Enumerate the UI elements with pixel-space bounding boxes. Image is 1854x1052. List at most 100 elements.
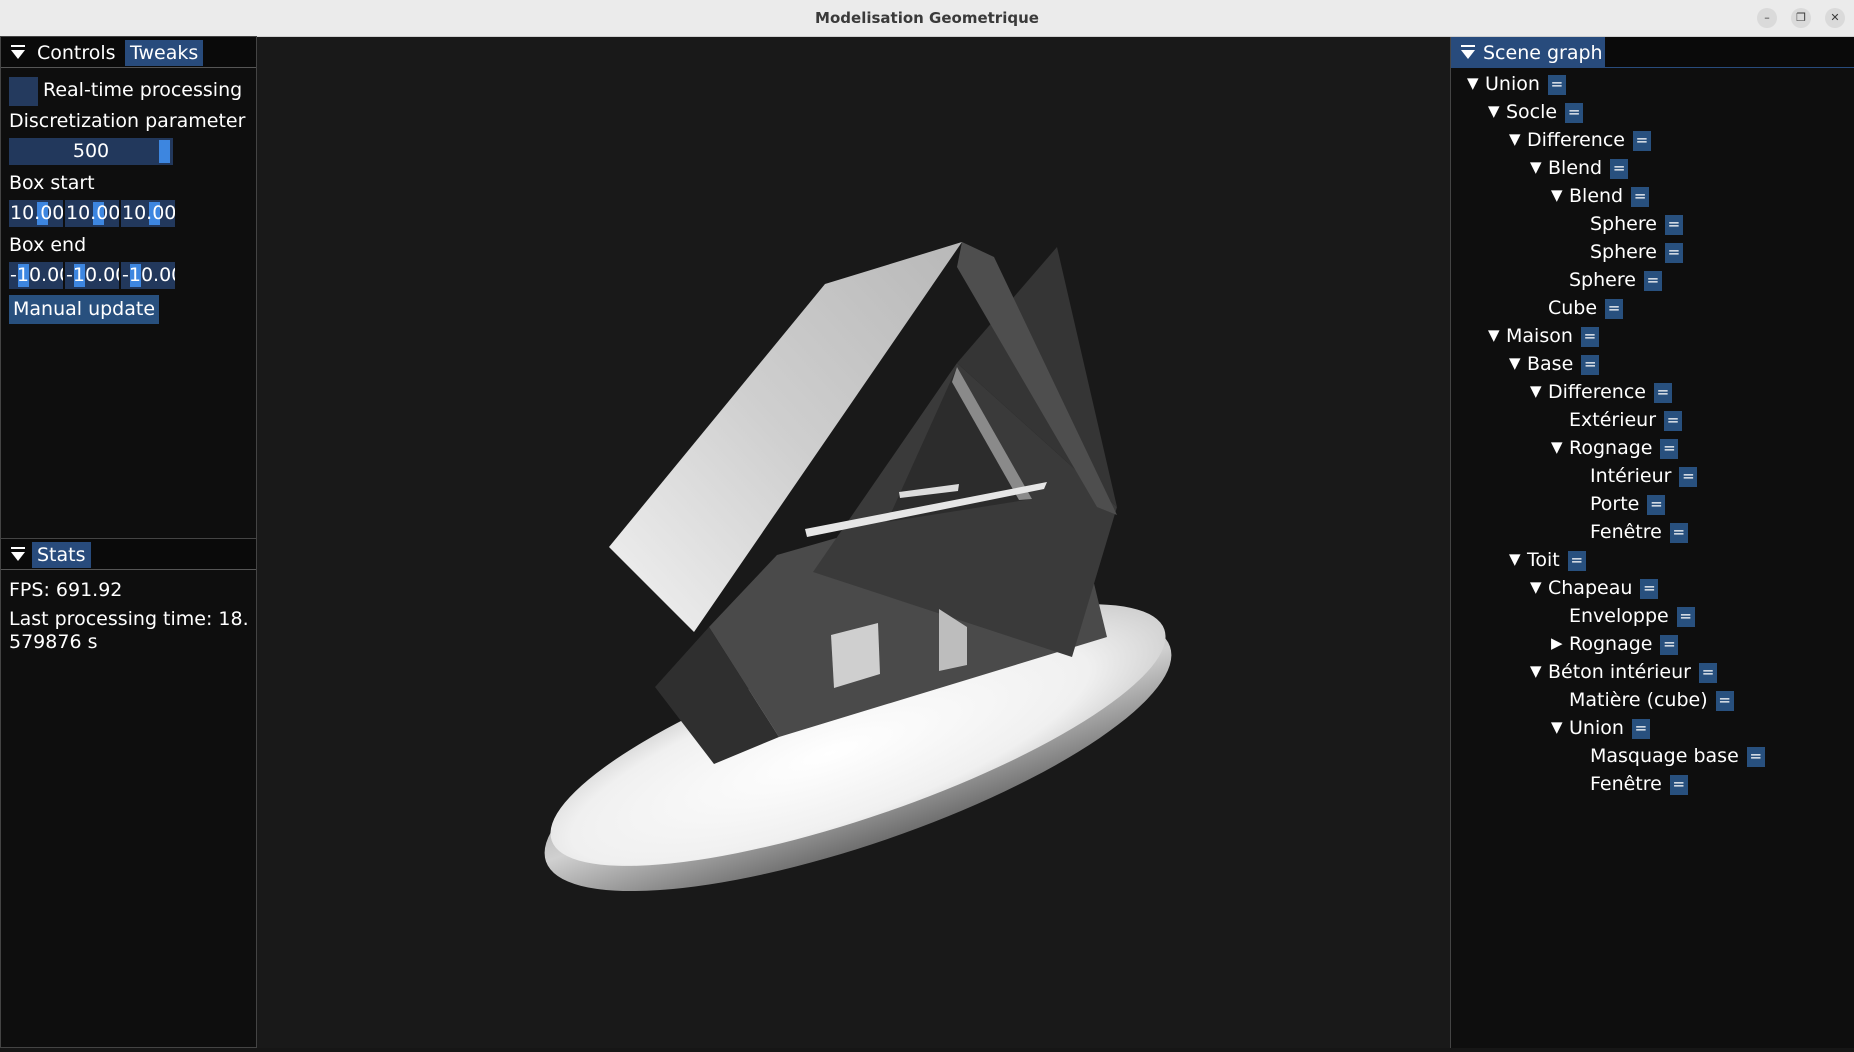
scene-graph-node[interactable]: Matière (cube) = [1551,689,1734,713]
close-icon[interactable]: ✕ [1825,8,1845,28]
node-options-button[interactable]: = [1653,383,1672,403]
tree-expanded-arrow-icon[interactable]: ▼ [1488,102,1506,120]
scene-graph-node[interactable]: ▼ Béton intérieur = [1530,661,1717,685]
scene-graph-node[interactable]: Fenêtre = [1572,773,1688,797]
collapse-menu-icon[interactable] [11,547,25,561]
scene-graph-node[interactable]: ▼ Blend = [1530,157,1629,181]
minimize-icon[interactable]: – [1757,8,1777,28]
node-options-button[interactable]: = [1698,663,1717,683]
tree-expanded-arrow-icon[interactable]: ▼ [1509,354,1527,372]
scene-graph-node[interactable]: ▼ Base = [1509,353,1600,377]
box-start-z-field[interactable]: 10.00 [121,200,175,227]
tree-collapsed-arrow-icon[interactable]: ▶ [1551,634,1569,652]
scene-graph-node[interactable]: Sphere = [1572,241,1683,265]
scene-graph-node[interactable]: ▼ Difference = [1509,129,1651,153]
collapse-menu-icon[interactable] [11,45,25,59]
tree-expanded-arrow-icon[interactable]: ▼ [1530,578,1548,596]
node-options-button[interactable]: = [1647,495,1666,515]
node-options-button[interactable]: = [1631,187,1650,207]
tree-expanded-arrow-icon[interactable]: ▼ [1509,550,1527,568]
scene-graph-node-label: Fenêtre [1590,773,1662,795]
scene-graph-node[interactable]: ▼ Difference = [1530,381,1672,405]
scene-graph-node[interactable]: ▼ Blend = [1551,185,1650,209]
last-processing-time: Last processing time: 18. [9,608,249,630]
box-end-z-field[interactable]: -10.00 [121,262,175,289]
tab-controls[interactable]: Controls [32,40,121,66]
realtime-checkbox[interactable] [9,77,38,106]
node-options-button[interactable]: = [1605,299,1624,319]
scene-graph-node-label: Intérieur [1590,465,1672,487]
controls-panel: Controls Tweaks Real-time processing Dis… [0,36,257,539]
scene-graph-node-label: Sphere [1569,269,1636,291]
scene-graph-node[interactable]: ▼ Socle = [1488,101,1584,125]
tree-expanded-arrow-icon[interactable]: ▼ [1488,326,1506,344]
tab-tweaks[interactable]: Tweaks [125,40,204,66]
stats-title: Stats [32,542,91,568]
manual-update-button[interactable]: Manual update [9,295,160,324]
node-options-button[interactable]: = [1643,271,1662,291]
discretization-slider[interactable]: 500 [9,138,173,165]
scene-graph-node[interactable]: ▼ Toit = [1509,549,1586,573]
node-options-button[interactable]: = [1580,327,1599,347]
scene-graph-node-label: Difference [1548,381,1646,403]
node-options-button[interactable]: = [1664,215,1683,235]
node-options-button[interactable]: = [1610,159,1629,179]
tree-expanded-arrow-icon[interactable]: ▼ [1551,438,1569,456]
box-start-x-field[interactable]: 10.00 [9,200,63,227]
scene-graph-node-label: Cube [1548,297,1598,319]
scene-graph-node[interactable]: ▼ Maison = [1488,325,1599,349]
scene-graph-node[interactable]: Extérieur = [1551,409,1683,433]
scene-graph-node[interactable]: Masquage base = [1572,745,1765,769]
scene-graph-node[interactable]: ▼ Union = [1467,73,1566,97]
scene-graph-node[interactable]: Enveloppe = [1551,605,1695,629]
scene-graph-node[interactable]: ▼ Union = [1551,717,1650,741]
node-options-button[interactable]: = [1567,551,1586,571]
box-end-x-field[interactable]: -10.00 [9,262,63,289]
scene-graph-node[interactable]: Sphere = [1572,213,1683,237]
tree-expanded-arrow-icon[interactable]: ▼ [1467,74,1485,92]
tree-expanded-arrow-icon[interactable]: ▼ [1551,718,1569,736]
node-options-button[interactable]: = [1581,355,1600,375]
node-options-button[interactable]: = [1664,243,1683,263]
box-start-y-field[interactable]: 10.00 [65,200,119,227]
scene-graph-node-label: Union [1569,717,1624,739]
tree-expanded-arrow-icon[interactable]: ▼ [1530,158,1548,176]
node-options-button[interactable]: = [1640,579,1659,599]
scene-graph-node-label: Béton intérieur [1548,661,1691,683]
box-end-y-field[interactable]: -10.00 [65,262,119,289]
node-options-button[interactable]: = [1746,747,1765,767]
stats-panel-header: Stats [1,539,256,570]
node-options-button[interactable]: = [1679,467,1698,487]
node-options-button[interactable]: = [1676,607,1695,627]
node-options-button[interactable]: = [1669,523,1688,543]
scene-graph-node[interactable]: ▼ Rognage = [1551,437,1679,461]
tree-expanded-arrow-icon[interactable]: ▼ [1509,130,1527,148]
node-options-button[interactable]: = [1660,439,1679,459]
scene-graph-node[interactable]: Porte = [1572,493,1666,517]
scene-graph-node[interactable]: Fenêtre = [1572,521,1688,545]
node-options-button[interactable]: = [1631,719,1650,739]
scene-graph-node-label: Masquage base [1590,745,1739,767]
node-options-button[interactable]: = [1715,691,1734,711]
discretization-value: 500 [72,140,110,162]
restore-icon[interactable]: ❐ [1791,8,1811,28]
scene-graph-node-label: Sphere [1590,241,1657,263]
node-options-button[interactable]: = [1547,75,1566,95]
collapse-menu-icon[interactable] [1461,45,1475,59]
scene-graph-node[interactable]: Cube = [1530,297,1624,321]
tree-expanded-arrow-icon[interactable]: ▼ [1530,662,1548,680]
scene-graph-node[interactable]: ▼ Chapeau = [1530,577,1659,601]
node-options-button[interactable]: = [1632,131,1651,151]
node-options-button[interactable]: = [1660,635,1679,655]
tree-expanded-arrow-icon[interactable]: ▼ [1551,186,1569,204]
node-options-button[interactable]: = [1664,411,1683,431]
scene-graph-node[interactable]: ▶ Rognage = [1551,633,1679,657]
3d-viewport[interactable] [257,37,1450,1048]
node-options-button[interactable]: = [1669,775,1688,795]
node-options-button[interactable]: = [1565,103,1584,123]
scene-graph-node-label: Blend [1548,157,1603,179]
tree-expanded-arrow-icon[interactable]: ▼ [1530,382,1548,400]
scene-graph-node-label: Extérieur [1569,409,1657,431]
scene-graph-node[interactable]: Intérieur = [1572,465,1698,489]
scene-graph-node[interactable]: Sphere = [1551,269,1662,293]
